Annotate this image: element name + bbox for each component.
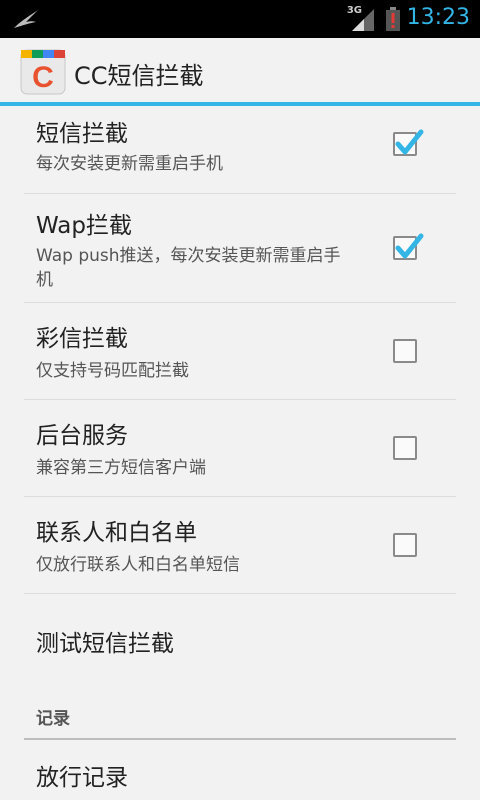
pref-summary: 仅放行联系人和白名单短信	[36, 555, 240, 575]
checkbox[interactable]	[393, 129, 424, 156]
pref-title: 测试短信拦截	[36, 631, 174, 657]
pref-title: 后台服务	[36, 423, 128, 449]
pref-title: 短信拦截	[36, 121, 128, 147]
battery-alert-icon	[386, 7, 400, 31]
pref-title: 彩信拦截	[36, 326, 128, 352]
category-label: 记录	[36, 709, 70, 729]
pref-sms-block[interactable]: 短信拦截 每次安装更新需重启手机	[24, 110, 456, 194]
checkmark-icon	[395, 233, 424, 259]
clock: 13:23	[406, 5, 470, 30]
checkbox[interactable]	[393, 233, 424, 260]
pref-summary: 仅支持号码匹配拦截	[36, 361, 189, 381]
app-icon-letter: C	[32, 61, 54, 94]
pref-summary: 兼容第三方短信客户端	[36, 458, 206, 478]
pref-title: 联系人和白名单	[36, 520, 197, 546]
pref-summary: Wap push推送，每次安装更新需重启手机	[36, 246, 341, 290]
action-bar: C CC短信拦截	[0, 38, 480, 106]
preference-list: 短信拦截 每次安装更新需重启手机 Wap拦截 Wap push推送，每次安装更新…	[0, 110, 480, 686]
swallow-icon	[14, 10, 38, 28]
pref-mms-block[interactable]: 彩信拦截 仅支持号码匹配拦截	[24, 303, 456, 400]
checkbox[interactable]	[393, 436, 417, 460]
pref-summary: 每次安装更新需重启手机	[36, 154, 223, 174]
checkbox[interactable]	[393, 339, 417, 363]
pref-test-sms-block[interactable]: 测试短信拦截	[24, 594, 456, 686]
page-title: CC短信拦截	[74, 62, 204, 90]
signal-icon	[352, 9, 374, 31]
pref-contacts-whitelist[interactable]: 联系人和白名单 仅放行联系人和白名单短信	[24, 497, 456, 594]
category-header-records: 记录	[24, 704, 456, 740]
checkbox[interactable]	[393, 533, 417, 557]
pref-title: 放行记录	[36, 765, 128, 791]
pref-title: Wap拦截	[36, 213, 132, 239]
checkmark-icon	[395, 129, 424, 155]
app-icon[interactable]: C	[20, 49, 66, 95]
pref-background-service[interactable]: 后台服务 兼容第三方短信客户端	[24, 400, 456, 497]
pref-wap-block[interactable]: Wap拦截 Wap push推送，每次安装更新需重启手机	[24, 194, 456, 303]
status-bar: 3G 13:23	[0, 0, 480, 38]
pref-pass-records[interactable]: 放行记录	[24, 740, 456, 800]
